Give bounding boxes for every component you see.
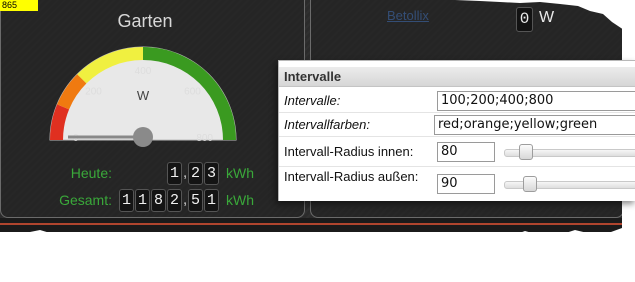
power-digit: 0 [516,7,533,32]
gauge-tick-label: 400 [135,66,152,77]
heute-unit: kWh [226,165,254,181]
row-intervallfarben: Intervallfarben: red;orange;yellow;green [279,112,635,137]
gesamt-unit: kWh [226,192,254,208]
intervalle-input[interactable]: 100;200;400;800 [437,91,635,111]
counter-digit: 2 [167,189,182,212]
radius-innen-input[interactable]: 80 [437,142,495,162]
counter-digit: 1 [167,162,182,185]
intervallfarben-label: Intervallfarben: [284,117,370,132]
radius-aussen-slider-handle[interactable] [522,176,537,192]
intervallfarben-input[interactable]: red;orange;yellow;green [434,115,635,135]
counter-digit: 1 [204,189,219,212]
digit-separator: , [183,191,188,208]
power-gauge: 0200400600800 W [49,46,237,147]
radius-aussen-label: Intervall-Radius außen: [284,169,419,184]
gauge-tick-label: 200 [85,87,102,98]
counter-digit: 1 [135,189,150,212]
gauge-needle-hub [133,127,153,147]
row-radius-aussen: Intervall-Radius außen: 90 [279,166,635,201]
counter-digit: 2 [188,162,203,185]
gesamt-counter: 1182,51 [119,189,219,212]
gauge-tick-label: 800 [196,133,213,144]
counter-digit: 3 [204,162,219,185]
counter-digit: 1 [119,189,134,212]
row-intervalle: Intervalle: 100;200;400;800 [279,88,635,113]
gauge-tick-label: 600 [184,87,201,98]
power-unit: W [539,9,555,26]
radius-innen-label: Intervall-Radius innen: [284,144,414,159]
row-radius-innen: Intervall-Radius innen: 80 [279,136,635,167]
radius-aussen-input[interactable]: 90 [437,174,495,194]
gesamt-label: Gesamt: [59,192,112,208]
heute-label: Heute: [70,165,112,181]
right-widget-link[interactable]: Betollix [387,8,429,23]
dashboard-divider-line [0,223,622,225]
radius-innen-slider-handle[interactable] [519,144,534,160]
counter-digit: 8 [151,189,166,212]
panel-section-header[interactable]: Intervalle [279,67,635,87]
intervalle-label: Intervalle: [284,93,341,108]
dashboard-footer-strip [0,218,622,232]
panel-section-title: Intervalle [284,69,342,84]
heute-counter: 1,23 [167,162,219,185]
digit-separator: , [183,164,188,181]
gauge-unit-label: W [137,88,150,103]
property-panel: Intervalle Intervalle: 100;200;400;800 I… [278,60,635,201]
counter-digit: 5 [188,189,203,212]
